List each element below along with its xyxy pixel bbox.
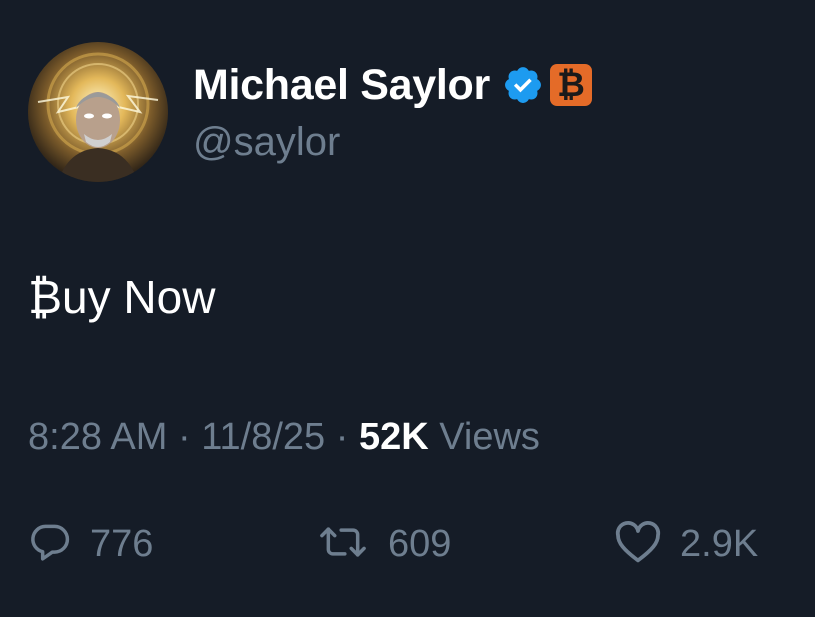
retweet-button[interactable]: 609 — [316, 512, 451, 576]
name-row: Michael Saylor ₿ — [193, 58, 592, 112]
views-count[interactable]: 52K — [359, 416, 429, 458]
avatar[interactable] — [28, 42, 168, 182]
tweet-text: ₿uy Now — [28, 271, 216, 323]
like-button[interactable]: 2.9K — [614, 512, 758, 576]
meta-separator: · — [325, 416, 359, 458]
heart-icon — [614, 520, 662, 569]
reply-count: 776 — [90, 522, 154, 565]
views-label: Views — [428, 416, 540, 458]
display-name[interactable]: Michael Saylor — [193, 61, 490, 110]
tweet-card: Michael Saylor ₿ @saylor ₿uy Now 8:28 AM… — [0, 0, 815, 617]
verified-badge-icon[interactable] — [502, 64, 544, 106]
retweet-count: 609 — [388, 522, 452, 565]
tweet-time[interactable]: 8:28 AM — [28, 416, 167, 458]
retweet-icon — [316, 520, 370, 569]
meta-separator: · — [167, 416, 202, 458]
bitcoin-badge-icon[interactable]: ₿ — [549, 64, 592, 106]
reply-button[interactable]: 776 — [28, 512, 153, 576]
tweet-meta: 8:28 AM · 11/8/25 · 52K Views — [28, 416, 540, 459]
tweet-date[interactable]: 11/8/25 — [201, 416, 325, 458]
like-count: 2.9K — [680, 522, 759, 565]
avatar-image — [28, 42, 168, 182]
user-handle[interactable]: @saylor — [193, 120, 340, 165]
reply-icon — [28, 520, 72, 569]
action-bar: 776 609 2.9K — [0, 512, 815, 576]
